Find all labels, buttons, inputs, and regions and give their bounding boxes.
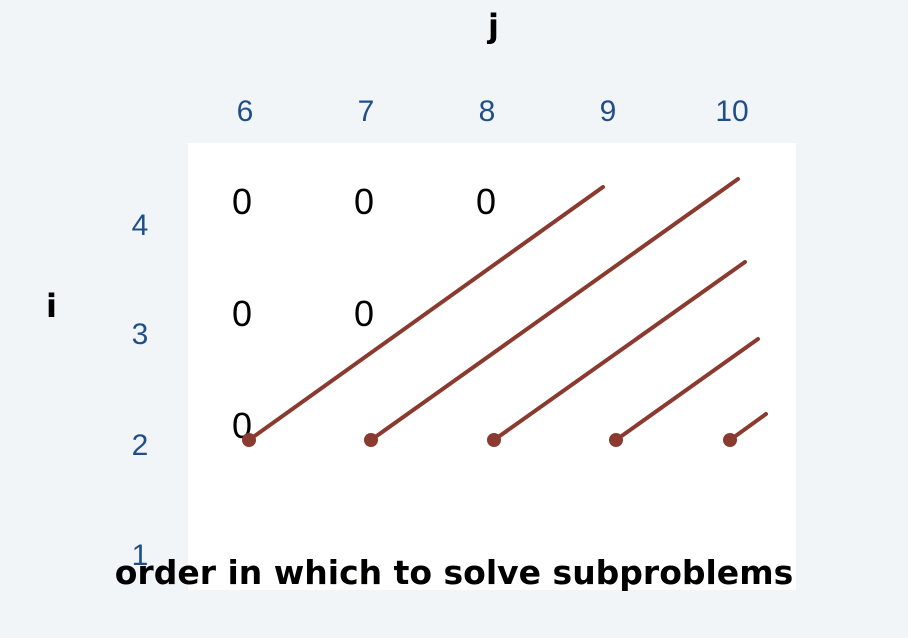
order-line-4 <box>614 337 760 442</box>
order-start-dot-5 <box>723 433 737 447</box>
order-start-dot-2 <box>364 433 378 447</box>
order-start-dot-1 <box>242 433 256 447</box>
order-start-dot-3 <box>487 433 501 447</box>
order-line-3 <box>492 260 747 442</box>
caption: order in which to solve subproblems <box>114 553 794 592</box>
solve-order-arrows <box>242 177 768 447</box>
order-start-dot-4 <box>609 433 623 447</box>
order-line-2 <box>369 177 740 442</box>
